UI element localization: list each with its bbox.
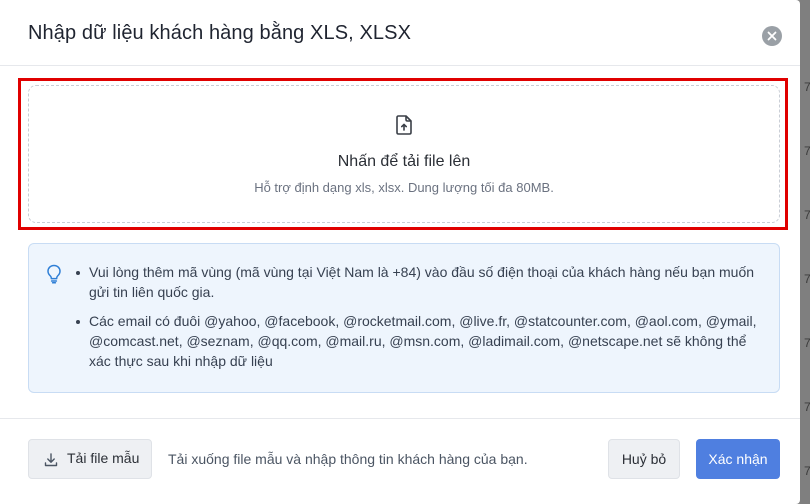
- background-glyph: 7: [804, 400, 810, 414]
- background-glyph: 7: [804, 336, 810, 350]
- dialog-footer: Tải file mẫu Tải xuống file mẫu và nhập …: [0, 418, 800, 504]
- close-button[interactable]: [762, 26, 782, 46]
- file-upload-dropzone[interactable]: Nhấn để tải file lên Hỗ trợ định dạng xl…: [28, 85, 780, 223]
- close-icon: [767, 31, 777, 41]
- background-page-edge: 7 7 7 7 7 7 7: [800, 0, 810, 504]
- upload-hint: Hỗ trợ định dạng xls, xlsx. Dung lượng t…: [254, 180, 554, 195]
- confirm-button[interactable]: Xác nhận: [696, 439, 780, 479]
- info-notes-box: Vui lòng thêm mã vùng (mã vùng tại Việt …: [28, 243, 780, 393]
- background-glyph: 7: [804, 272, 810, 286]
- lightbulb-icon: [47, 264, 61, 284]
- dialog-title: Nhập dữ liệu khách hàng bằng XLS, XLSX: [28, 22, 412, 44]
- upload-highlight-frame: Nhấn để tải file lên Hỗ trợ định dạng xl…: [18, 78, 788, 230]
- cancel-button[interactable]: Huỷ bỏ: [608, 439, 680, 479]
- background-glyph: 7: [804, 464, 810, 478]
- note-item: Các email có đuôi @yahoo, @facebook, @ro…: [76, 311, 769, 371]
- background-glyph: 7: [804, 208, 810, 222]
- import-customers-dialog: Nhập dữ liệu khách hàng bằng XLS, XLSX N…: [0, 0, 800, 504]
- background-glyph: 7: [804, 144, 810, 158]
- notes-list: Vui lòng thêm mã vùng (mã vùng tại Việt …: [76, 262, 769, 380]
- upload-title: Nhấn để tải file lên: [337, 153, 471, 170]
- dialog-header: Nhập dữ liệu khách hàng bằng XLS, XLSX: [0, 0, 800, 66]
- download-icon: [44, 453, 58, 467]
- download-template-button[interactable]: Tải file mẫu: [28, 439, 152, 479]
- background-glyph: 7: [804, 80, 810, 94]
- file-upload-icon: [396, 115, 412, 135]
- note-item: Vui lòng thêm mã vùng (mã vùng tại Việt …: [76, 262, 769, 302]
- download-template-hint: Tải xuống file mẫu và nhập thông tin khá…: [168, 451, 528, 467]
- download-template-label: Tải file mẫu: [67, 450, 140, 466]
